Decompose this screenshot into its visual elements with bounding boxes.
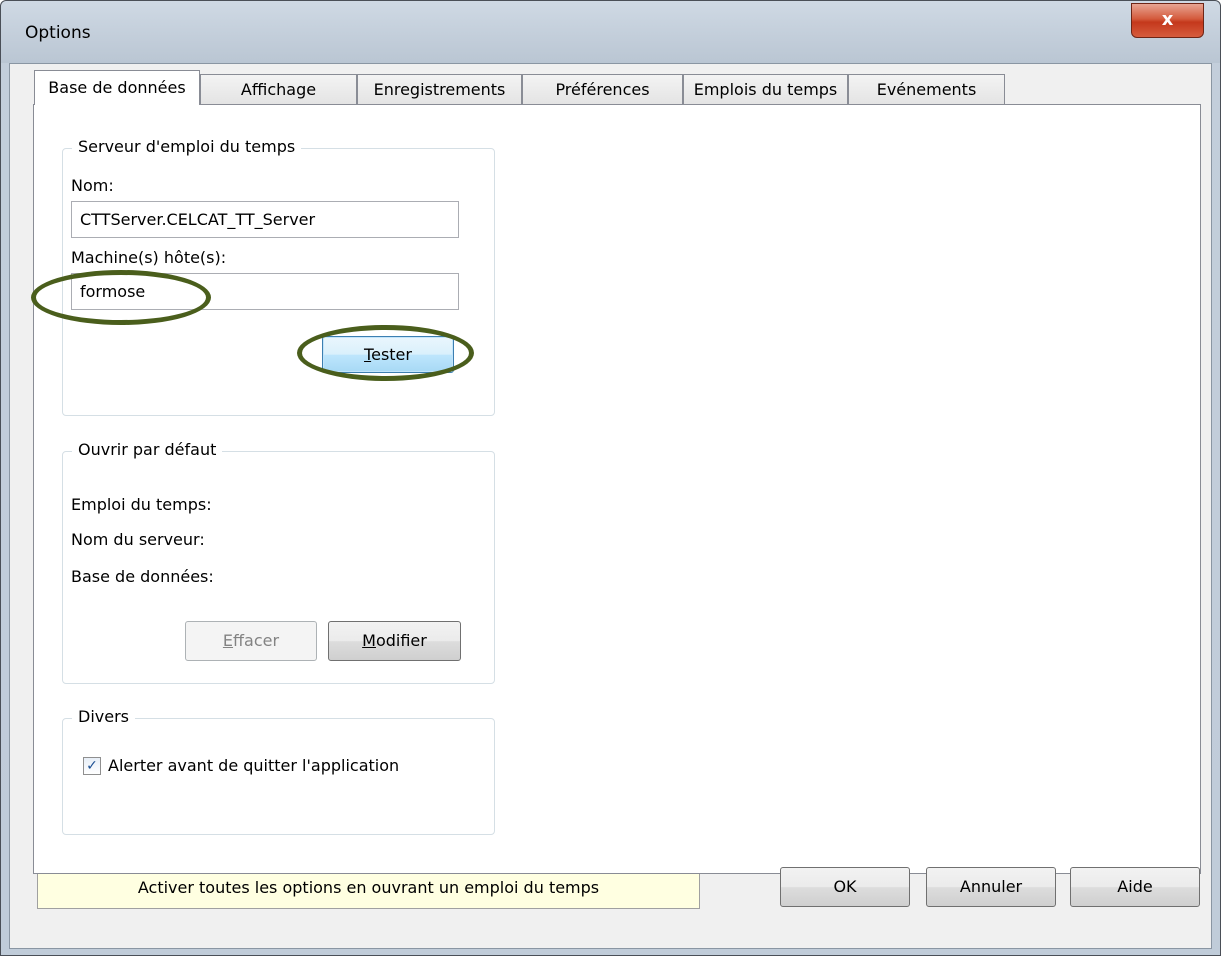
tab-preferences[interactable]: Préférences (522, 74, 683, 104)
title-bar[interactable]: Options x (1, 1, 1220, 63)
tab-affichage[interactable]: Affichage (200, 74, 357, 104)
modify-button-mnemonic: M (362, 631, 376, 650)
alert-checkbox-label[interactable]: Alerter avant de quitter l'application (108, 756, 399, 775)
database-label: Base de données: (71, 567, 214, 586)
tab-base-de-donnees[interactable]: Base de données (34, 70, 200, 105)
test-button-label: ester (371, 345, 412, 364)
tab-evenements[interactable]: Evénements (848, 74, 1005, 104)
tab-enregistrements[interactable]: Enregistrements (357, 74, 522, 104)
clear-button-label: ffacer (233, 631, 280, 650)
cancel-button[interactable]: Annuler (926, 867, 1056, 907)
alert-checkbox[interactable]: ✓ (83, 757, 101, 775)
close-icon: x (1161, 9, 1174, 30)
window-title: Options (25, 23, 91, 43)
default-open-group-legend: Ouvrir par défaut (72, 440, 223, 459)
misc-group (62, 718, 495, 835)
timetable-label: Emploi du temps: (71, 495, 212, 514)
help-button[interactable]: Aide (1070, 867, 1200, 907)
server-group-legend: Serveur d'emploi du temps (72, 137, 302, 156)
tab-emplois-du-temps[interactable]: Emplois du temps (683, 74, 848, 104)
name-label: Nom: (71, 176, 114, 195)
modify-button-label: odifier (375, 631, 427, 650)
modify-button[interactable]: Modifier (328, 621, 461, 661)
misc-group-legend: Divers (72, 707, 135, 726)
host-machine-field[interactable]: formose (71, 273, 459, 310)
server-name-label: Nom du serveur: (71, 530, 205, 549)
server-name-field[interactable]: CTTServer.CELCAT_TT_Server (71, 201, 459, 238)
clear-button-mnemonic: E (222, 631, 234, 650)
ok-button[interactable]: OK (780, 867, 910, 907)
clear-button[interactable]: Effacer (185, 621, 317, 661)
checkmark-icon: ✓ (86, 758, 98, 774)
close-button[interactable]: x (1131, 3, 1204, 38)
test-button[interactable]: Tester (322, 336, 454, 373)
options-dialog: Options x Base de données Affichage Enre… (0, 0, 1221, 956)
host-label: Machine(s) hôte(s): (71, 248, 227, 267)
